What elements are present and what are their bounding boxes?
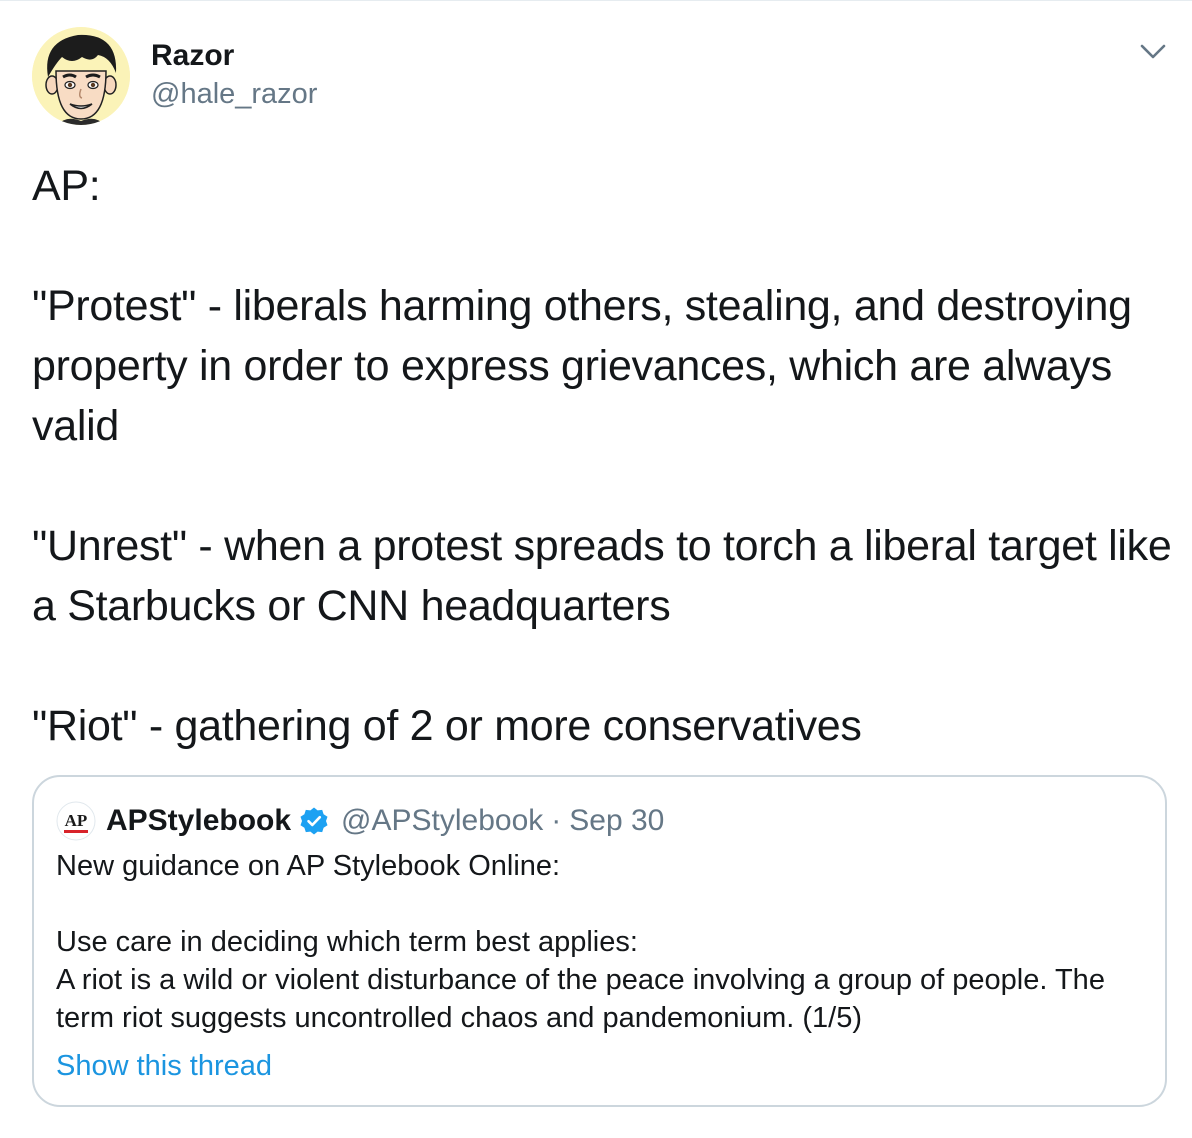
ap-logo-icon: AP [56, 801, 96, 841]
author-name[interactable]: Razor [151, 39, 234, 73]
svg-text:AP: AP [65, 811, 88, 830]
quoted-author-name[interactable]: APStylebook [106, 804, 291, 838]
quoted-tweet-date[interactable]: Sep 30 [569, 804, 664, 838]
show-thread-link[interactable]: Show this thread [56, 1047, 272, 1085]
quoted-author-handle[interactable]: @APStylebook [341, 804, 543, 838]
quoted-tweet-text: New guidance on AP Stylebook Online: Use… [56, 850, 1105, 1034]
chevron-down-icon[interactable] [1138, 39, 1168, 63]
cartoon-face-avatar-icon [32, 27, 130, 125]
tweet-text: AP: "Protest" - liberals harming others,… [32, 162, 1172, 750]
author-handle[interactable]: @hale_razor [151, 77, 317, 111]
separator-dot: · [551, 804, 562, 837]
verified-badge-icon [299, 806, 329, 836]
quoted-tweet[interactable]: AP APStylebook @APStylebook · Sep 30 New… [32, 775, 1167, 1107]
tweet-card: Razor @hale_razor AP: "Protest" - libera… [0, 0, 1192, 1138]
author-avatar[interactable] [32, 27, 130, 125]
quoted-tweet-header: AP APStylebook @APStylebook · Sep 30 [56, 799, 664, 843]
